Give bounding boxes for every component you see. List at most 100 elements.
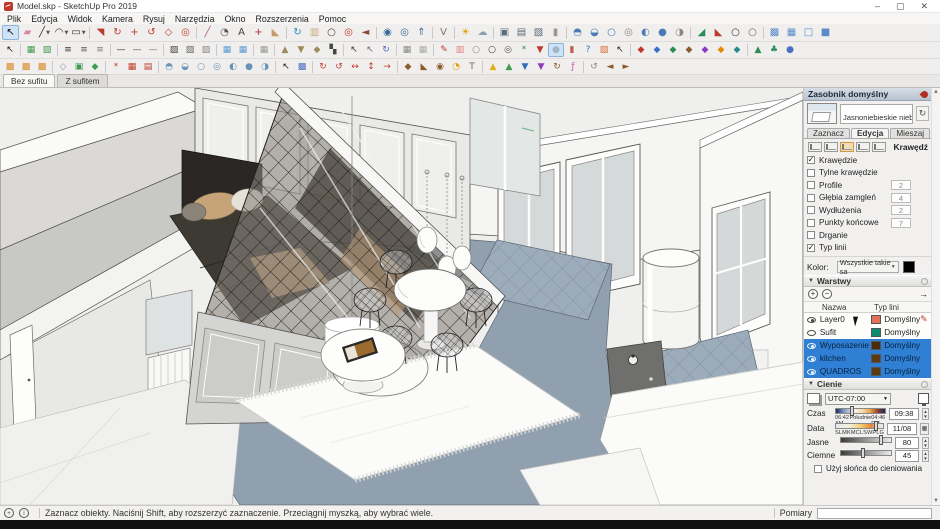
visibility-eye-icon[interactable] (804, 368, 820, 375)
column-header-name[interactable]: Nazwa (804, 303, 874, 312)
panel-options-icon[interactable] (921, 380, 928, 388)
edge-display-3-icon[interactable] (840, 141, 854, 152)
visibility-eye-icon[interactable] (804, 316, 820, 323)
move-tool-icon[interactable]: + (126, 25, 143, 40)
scene-tab-bez-sufitu[interactable]: Bez sufitu (3, 74, 56, 87)
tray-header[interactable]: Zasobnik domyślny (804, 88, 932, 101)
grid-plain-icon[interactable]: ▦ (256, 43, 272, 57)
style-textured-icon[interactable]: ● (654, 25, 671, 40)
dark-value-field[interactable]: 45 (895, 449, 919, 462)
bricks-tool-icon[interactable]: ▤ (140, 60, 156, 73)
fredoscale-5-icon[interactable]: ◆ (697, 43, 713, 57)
sandbox-contours-icon[interactable]: ▲ (277, 43, 293, 57)
edge-display-1-icon[interactable] (808, 141, 822, 152)
position-camera-tool-icon[interactable]: ◉ (379, 25, 396, 40)
shadow-toggle-icon[interactable] (807, 393, 820, 404)
fog-toggle-icon[interactable]: ☁ (474, 25, 491, 40)
layer-row-quadros[interactable]: QUADROS Domyślny (804, 365, 932, 378)
taper-tool-icon[interactable]: ↺ (331, 60, 347, 73)
geolocation-icon[interactable]: + (4, 508, 14, 518)
black-arrow-tool-icon[interactable]: ↖ (278, 60, 294, 73)
view-front-icon[interactable]: □ (800, 25, 817, 40)
layer-color-swatch[interactable] (871, 328, 882, 337)
minimize-button[interactable]: – (875, 1, 880, 12)
viewport-3d-scene[interactable] (0, 88, 803, 505)
menu-item-edycja[interactable]: Edycja (26, 14, 62, 24)
style-tab-mieszaj[interactable]: Mieszaj (890, 128, 931, 138)
głębia-zamgleń-checkbox[interactable] (807, 193, 815, 202)
typ-linii-checkbox[interactable]: ✓ (807, 243, 815, 252)
grid-blue-2-icon[interactable]: ▦ (235, 43, 251, 57)
color-mode-select[interactable]: Wszystkie takie sa ▼ (836, 258, 899, 276)
roll-back-tool-icon[interactable]: ◄ (602, 60, 618, 73)
style-thumbnail[interactable] (807, 103, 837, 124)
timezone-select[interactable]: UTC-07:00 ▼ (825, 392, 891, 405)
offset-tool-icon[interactable]: ◎ (177, 25, 194, 40)
render-style-1-icon[interactable]: ◓ (161, 60, 177, 73)
light-slider[interactable] (840, 435, 892, 449)
visibility-eye-icon[interactable] (804, 355, 820, 362)
tray-scrollbar[interactable]: ▲ ▼ (931, 88, 940, 505)
cursor-tool-c-icon[interactable]: ↖ (612, 43, 628, 57)
brown-tool-1-icon[interactable]: ◆ (400, 60, 416, 73)
arc-tool-icon[interactable]: ◠ ▼ (53, 25, 70, 40)
padlock-tool-icon[interactable]: ▣ (71, 60, 87, 73)
date-value-field[interactable]: 11/08 (887, 422, 917, 435)
material-replace-icon[interactable]: ▦ (23, 43, 39, 57)
info-icon[interactable]: i (19, 508, 29, 518)
panel-options-icon[interactable] (921, 277, 928, 285)
fredoscale-2-icon[interactable]: ◆ (649, 43, 665, 57)
time-spinner[interactable]: ▲ ▼ (922, 407, 929, 420)
stretch-tool-icon[interactable]: ↔ (347, 60, 363, 73)
menu-item-rozszerzenia[interactable]: Rozszerzenia (251, 14, 314, 24)
artisan-tool-3-icon[interactable]: ▼ (517, 60, 533, 73)
option-value-field[interactable]: 7 (891, 217, 911, 228)
leaf-tool-icon[interactable]: * (516, 43, 532, 57)
paint-bucket-tool-icon[interactable]: ◣ (267, 25, 284, 40)
sphere-tool-icon[interactable]: ● (548, 43, 564, 57)
fredoscale-4-icon[interactable]: ◆ (681, 43, 697, 57)
layer-details-icon[interactable]: → (919, 289, 928, 299)
bend-tool-icon[interactable]: ↻ (315, 60, 331, 73)
menu-item-narzędzia[interactable]: Narzędzia (170, 14, 220, 24)
scroll-up-icon[interactable]: ▲ (933, 89, 939, 95)
lineweight-thick-icon[interactable]: ≡ (92, 43, 108, 57)
text-tool-icon[interactable]: A (233, 25, 250, 40)
artisan-tool-1-icon[interactable]: ▲ (485, 60, 501, 73)
style-hidden-line-icon[interactable]: ◎ (620, 25, 637, 40)
render-style-4-icon[interactable]: ◎ (209, 60, 225, 73)
layer-color-swatch[interactable] (871, 341, 882, 350)
sandbox-scratch-icon[interactable]: ▼ (293, 43, 309, 57)
zoom-photo-tool-icon[interactable]: ○ (744, 25, 761, 40)
fredoscale-3-icon[interactable]: ◆ (665, 43, 681, 57)
follow-me-tool-icon[interactable]: ↻ (109, 25, 126, 40)
cursor-tool-a-icon[interactable]: ↖ (346, 43, 362, 57)
brown-tool-2-icon[interactable]: ◣ (416, 60, 432, 73)
lock-icon-icon[interactable]: ▮ (547, 25, 564, 40)
tree-cube-tool-icon[interactable]: ▲ (750, 43, 766, 57)
axes-tool-icon[interactable]: + (250, 25, 267, 40)
artisan-tool-4-icon[interactable]: ▼ (533, 60, 549, 73)
option-value-field[interactable]: 4 (891, 192, 911, 203)
krawędzie-checkbox[interactable]: ✓ (807, 156, 815, 165)
layer-color-swatch[interactable] (871, 315, 882, 324)
layer-row-sufit[interactable]: Sufit Domyślny (804, 326, 932, 339)
layer-color-swatch[interactable] (871, 367, 882, 376)
time-slider[interactable]: 06:42 AMPołudnie04:46 PM (835, 406, 886, 427)
remove-layer-button[interactable]: − (822, 289, 832, 299)
tree-tool-icon[interactable]: ♣ (766, 43, 782, 57)
layer-row-kitchen[interactable]: kitchen Domyślny (804, 352, 932, 365)
dice-tool-2-icon[interactable]: ▩ (18, 60, 34, 73)
drganie-checkbox[interactable] (807, 231, 815, 240)
stamp-tool-icon[interactable]: ▚ (325, 43, 341, 57)
use-sun-checkbox[interactable] (813, 464, 822, 473)
style-name-field[interactable]: Jasnoniebieskie niebo i szare (840, 103, 913, 124)
roll-forward-tool-icon[interactable]: ► (618, 60, 634, 73)
option-value-field[interactable]: 2 (891, 180, 911, 191)
dash-style-1-icon[interactable]: — (113, 43, 129, 57)
close-button[interactable]: ✕ (920, 1, 928, 12)
swirl-tool-icon[interactable]: ↻ (378, 43, 394, 57)
shadows-panel-header[interactable]: ▼ Cienie (804, 378, 932, 390)
scale-tool-icon[interactable]: ◇ (160, 25, 177, 40)
dash-style-2-icon[interactable]: — (129, 43, 145, 57)
